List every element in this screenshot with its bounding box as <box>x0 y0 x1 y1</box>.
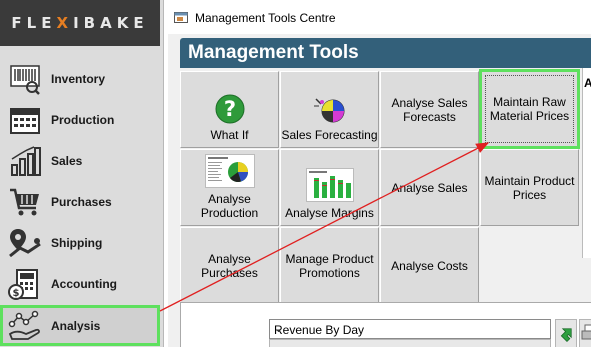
chevron-down-icon: ⌄ <box>274 323 284 335</box>
tile-label: Maintain Product Prices <box>484 173 575 202</box>
tile-label: Analyse Production <box>200 192 259 220</box>
sidebar-item-shipping[interactable]: Shipping <box>0 223 160 263</box>
side-panel-label: A <box>584 76 591 90</box>
sidebar-item-label: Production <box>51 113 115 127</box>
question-icon: ? <box>215 94 244 124</box>
calculator-icon: $ <box>8 269 38 300</box>
tile-maintain-raw-material-prices[interactable]: Maintain Raw Material Prices <box>479 69 580 149</box>
window-titlebar: Management Tools Centre <box>168 0 591 34</box>
tile-analyse-sales-forecasts[interactable]: Analyse Sales Forecasts <box>380 71 479 148</box>
sidebar-item-label: Inventory <box>51 72 106 86</box>
tile-analyse-sales[interactable]: Analyse Sales <box>380 149 479 226</box>
report-thumbnail-icon <box>204 154 255 188</box>
refresh-button[interactable] <box>555 319 577 347</box>
pie-chart-icon <box>313 98 344 123</box>
tile-label: Maintain Raw Material Prices <box>489 95 570 123</box>
printer-icon <box>581 324 591 340</box>
panel-header: Management Tools <box>180 38 591 68</box>
bar-chart-icon <box>11 146 41 176</box>
barcode-icon <box>10 65 40 95</box>
sidebar: FLEXIBAKE Inventory Production Sales Pur… <box>0 0 164 347</box>
management-tools-panel: Management Tools ? What If Sales Forecas… <box>168 34 591 347</box>
sidebar-item-label: Shipping <box>51 236 103 250</box>
report-subbar <box>269 339 551 347</box>
tile-what-if[interactable]: ? What If <box>180 71 279 148</box>
tile-label: Sales Forecasting <box>281 128 378 142</box>
sidebar-item-label: Accounting <box>51 277 117 291</box>
tile-analyse-purchases[interactable]: Analyse Purchases <box>180 227 279 304</box>
tile-label: What If <box>210 128 249 142</box>
report-select[interactable]: Revenue By Day ⌄ <box>269 319 551 339</box>
svg-text:$: $ <box>13 288 20 299</box>
tile-label: Analyse Margins <box>285 206 374 220</box>
tile-label: Analyse Purchases <box>201 251 258 280</box>
sidebar-item-inventory[interactable]: Inventory <box>0 59 160 99</box>
flexibake-logo: FLEXIBAKE <box>0 0 160 46</box>
sidebar-item-label: Sales <box>51 154 83 168</box>
tile-label: Analyse Sales Forecasts <box>391 95 468 124</box>
shopping-cart-icon <box>10 188 39 216</box>
sidebar-item-accounting[interactable]: $ Accounting <box>0 264 160 304</box>
tile-manage-product-promotions[interactable]: Manage Product Promotions <box>280 227 379 304</box>
svg-text:?: ? <box>223 97 235 121</box>
window-title: Management Tools Centre <box>195 11 336 25</box>
tile-sales-forecasting[interactable]: Sales Forecasting <box>280 71 379 148</box>
tile-label: Manage Product Promotions <box>285 251 374 280</box>
report-area: Revenue By Day ⌄ <box>180 302 591 347</box>
tile-analyse-margins[interactable]: Analyse Margins <box>280 149 379 226</box>
sidebar-item-purchases[interactable]: Purchases <box>0 182 160 222</box>
map-pin-icon <box>9 229 41 258</box>
panel-title: Management Tools <box>188 42 359 63</box>
tile-analyse-production[interactable]: Analyse Production <box>180 149 279 226</box>
tile-maintain-product-prices[interactable]: Maintain Product Prices <box>480 149 579 226</box>
sidebar-item-label: Analysis <box>51 318 101 333</box>
side-panel-edge: A <box>582 68 591 258</box>
sidebar-item-production[interactable]: Production <box>0 100 160 140</box>
sidebar-item-analysis[interactable]: Analysis <box>0 305 160 346</box>
bar-report-icon <box>305 168 354 202</box>
tile-label: Analyse Sales <box>391 180 468 195</box>
sidebar-item-label: Purchases <box>51 195 112 209</box>
refresh-icon <box>560 328 572 343</box>
tile-label: Analyse Costs <box>391 258 468 273</box>
tile-analyse-costs[interactable]: Analyse Costs <box>380 227 479 304</box>
sidebar-item-sales[interactable]: Sales <box>0 141 160 181</box>
calendar-icon <box>10 108 40 134</box>
print-button[interactable] <box>579 319 591 347</box>
line-graph-hand-icon <box>8 310 40 340</box>
window-app-icon <box>174 12 188 23</box>
